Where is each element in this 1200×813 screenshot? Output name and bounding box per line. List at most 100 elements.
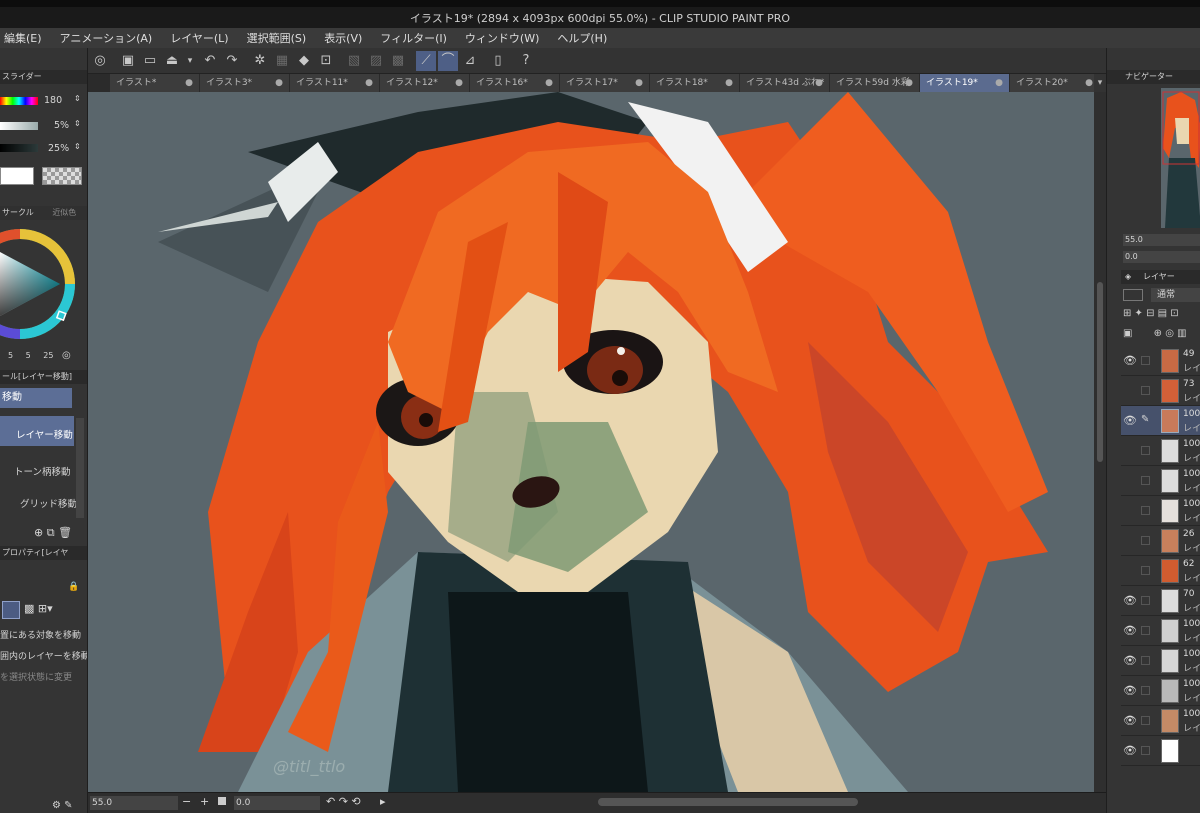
save-icon[interactable]: ⏏ bbox=[162, 51, 182, 71]
canvas[interactable]: @titl_ttlo bbox=[88, 92, 1094, 792]
close-icon[interactable]: ● bbox=[1085, 74, 1093, 92]
crop-icon[interactable]: ▩ bbox=[388, 51, 408, 71]
transform-icon[interactable]: ⊡ bbox=[316, 51, 336, 71]
menu-animation[interactable]: アニメーション(A) bbox=[60, 30, 153, 46]
tab-document[interactable]: イラスト* ● bbox=[110, 74, 200, 92]
navigator-preview[interactable] bbox=[1161, 88, 1200, 228]
lock-icon[interactable]: 🔒 bbox=[68, 582, 79, 592]
layer-row[interactable]: 👁 70 レイ bbox=[1121, 586, 1200, 616]
layer-row[interactable]: 26 レイ bbox=[1121, 526, 1200, 556]
scroll-thumb[interactable] bbox=[1097, 282, 1103, 462]
subtool-scrollbar[interactable] bbox=[76, 418, 84, 518]
stepper-icon[interactable]: ⇕ bbox=[74, 142, 81, 151]
layer-tools-icons[interactable]: ⊞ ✦ ⊟ ▤ ⊡ bbox=[1123, 308, 1179, 319]
clip-studio-icon[interactable]: ◎ bbox=[90, 51, 110, 71]
color-wheel[interactable] bbox=[0, 224, 88, 344]
rotate-field[interactable]: 0.0 bbox=[234, 796, 320, 810]
hue-slider[interactable] bbox=[0, 97, 38, 105]
tab-document[interactable]: イラスト18* ● bbox=[650, 74, 740, 92]
menu-filter[interactable]: フィルター(I) bbox=[380, 30, 447, 46]
layer-row-selected[interactable]: 👁 ✎ 100 レイ bbox=[1121, 406, 1200, 436]
close-icon[interactable]: ● bbox=[635, 74, 643, 92]
layer-row[interactable]: 👁 100 レイ bbox=[1121, 646, 1200, 676]
main-color-swatch[interactable] bbox=[0, 167, 34, 185]
color-mode-dropdown[interactable] bbox=[1123, 289, 1143, 301]
close-icon[interactable]: ● bbox=[275, 74, 283, 92]
layer-row[interactable]: 👁 100 レイ bbox=[1121, 676, 1200, 706]
undo-icon[interactable]: ↶ bbox=[200, 51, 220, 71]
zoom-field[interactable]: 55.0 bbox=[90, 796, 178, 810]
subtool-grid-move[interactable]: グリッド移動 bbox=[20, 496, 77, 510]
loading-icon[interactable]: ✲ bbox=[250, 51, 270, 71]
layer-row[interactable]: 62 レイ bbox=[1121, 556, 1200, 586]
ruler-snap-icon[interactable]: ⟋ bbox=[416, 51, 436, 71]
menu-layer[interactable]: レイヤー(L) bbox=[170, 30, 228, 46]
layer-row[interactable]: 👁 49 レイ bbox=[1121, 346, 1200, 376]
layer-row[interactable]: 100 レイ bbox=[1121, 466, 1200, 496]
tab-document[interactable]: イラスト3* ● bbox=[200, 74, 290, 92]
smartphone-icon[interactable]: ▯ bbox=[488, 51, 508, 71]
help-icon[interactable]: ? bbox=[516, 51, 536, 71]
zoom-in-icon[interactable]: + bbox=[200, 795, 209, 808]
layer-tab[interactable]: ◈ レイヤー bbox=[1121, 270, 1200, 284]
layer-row[interactable]: 👁 100 レイ bbox=[1121, 616, 1200, 646]
eye-icon[interactable]: 👁 bbox=[1123, 654, 1137, 667]
settings-circle-icon[interactable]: ◎ bbox=[62, 350, 71, 361]
tab-document[interactable]: イラスト11* ● bbox=[290, 74, 380, 92]
tab-document[interactable]: イラスト20* ● bbox=[1010, 74, 1100, 92]
close-icon[interactable]: ● bbox=[365, 74, 373, 92]
layer-actions-icons[interactable]: ▣ ⊕ ◎ ▥ bbox=[1123, 328, 1187, 339]
saturation-slider[interactable] bbox=[0, 122, 38, 130]
stepper-icon[interactable]: ⇕ bbox=[74, 94, 81, 103]
subtool-actions-icons[interactable]: ⊕ ⧉ 🗑 bbox=[34, 526, 72, 540]
property-option[interactable]: 置にある対象を移動 bbox=[0, 628, 81, 641]
menu-selection[interactable]: 選択範囲(S) bbox=[247, 30, 307, 46]
invert-selection-icon[interactable]: ▨ bbox=[366, 51, 386, 71]
close-icon[interactable]: ● bbox=[545, 74, 553, 92]
layer-row[interactable]: 👁 100 レイ bbox=[1121, 706, 1200, 736]
close-icon[interactable]: ● bbox=[455, 74, 463, 92]
menu-view[interactable]: 表示(V) bbox=[324, 30, 362, 46]
eye-icon[interactable]: 👁 bbox=[1123, 594, 1137, 607]
property-option[interactable]: 囲内のレイヤーを移動 bbox=[0, 649, 87, 662]
menu-window[interactable]: ウィンドウ(W) bbox=[465, 30, 539, 46]
layer-row[interactable]: 100 レイ bbox=[1121, 496, 1200, 526]
play-icon[interactable]: ▸ bbox=[380, 795, 386, 808]
redo-icon[interactable]: ↷ bbox=[222, 51, 242, 71]
tab-document-active[interactable]: イラスト19* ● bbox=[920, 74, 1010, 92]
fill-icon[interactable]: ◆ bbox=[294, 51, 314, 71]
tab-document[interactable]: イラスト17* ● bbox=[560, 74, 650, 92]
tab-document[interactable]: イラスト16* ● bbox=[470, 74, 560, 92]
blend-mode-dropdown[interactable]: 通常 bbox=[1151, 288, 1200, 302]
eye-icon[interactable]: 👁 bbox=[1123, 744, 1137, 757]
tool-move-selected[interactable]: 移動 bbox=[0, 388, 72, 408]
close-icon[interactable]: ● bbox=[905, 74, 913, 92]
clear-icon[interactable]: ▦ bbox=[272, 51, 292, 71]
subtool-layer-move[interactable]: レイヤー移動 bbox=[0, 416, 74, 446]
panel-icons[interactable]: ⚙ ✎ bbox=[52, 800, 73, 811]
property-option[interactable]: を選択状態に変更 bbox=[0, 670, 72, 683]
navigator-tab[interactable]: ナビゲーター bbox=[1107, 70, 1200, 84]
special-ruler-snap-icon[interactable]: ⌒ bbox=[438, 51, 458, 71]
close-icon[interactable]: ● bbox=[185, 74, 193, 92]
layer-row[interactable]: 100 レイ bbox=[1121, 436, 1200, 466]
new-canvas-icon[interactable]: ▣ bbox=[118, 51, 138, 71]
horizontal-scroll-thumb[interactable] bbox=[598, 798, 858, 806]
move-mode-icons[interactable]: ▩ ⊞▾ bbox=[24, 602, 53, 615]
open-folder-icon[interactable]: ▭ bbox=[140, 51, 160, 71]
value-slider[interactable] bbox=[0, 144, 38, 152]
rotate-icons[interactable]: ↶ ↷ ⟲ bbox=[326, 795, 361, 808]
tab-document[interactable]: イラスト12* ● bbox=[380, 74, 470, 92]
deselect-icon[interactable]: ▧ bbox=[344, 51, 364, 71]
zoom-out-icon[interactable]: − bbox=[182, 795, 191, 808]
navigator-zoom[interactable]: 55.0 bbox=[1123, 234, 1200, 246]
close-icon[interactable]: ● bbox=[995, 74, 1003, 92]
stop-icon[interactable] bbox=[218, 797, 226, 805]
eye-icon[interactable]: 👁 bbox=[1123, 414, 1137, 427]
menu-help[interactable]: ヘルプ(H) bbox=[557, 30, 607, 46]
eye-icon[interactable]: 👁 bbox=[1123, 354, 1137, 367]
transparent-color-swatch[interactable] bbox=[42, 167, 82, 185]
eye-icon[interactable]: 👁 bbox=[1123, 714, 1137, 727]
tab-document[interactable]: イラスト59d 水彩 ● bbox=[830, 74, 920, 92]
navigator-rotate[interactable]: 0.0 bbox=[1123, 251, 1200, 263]
